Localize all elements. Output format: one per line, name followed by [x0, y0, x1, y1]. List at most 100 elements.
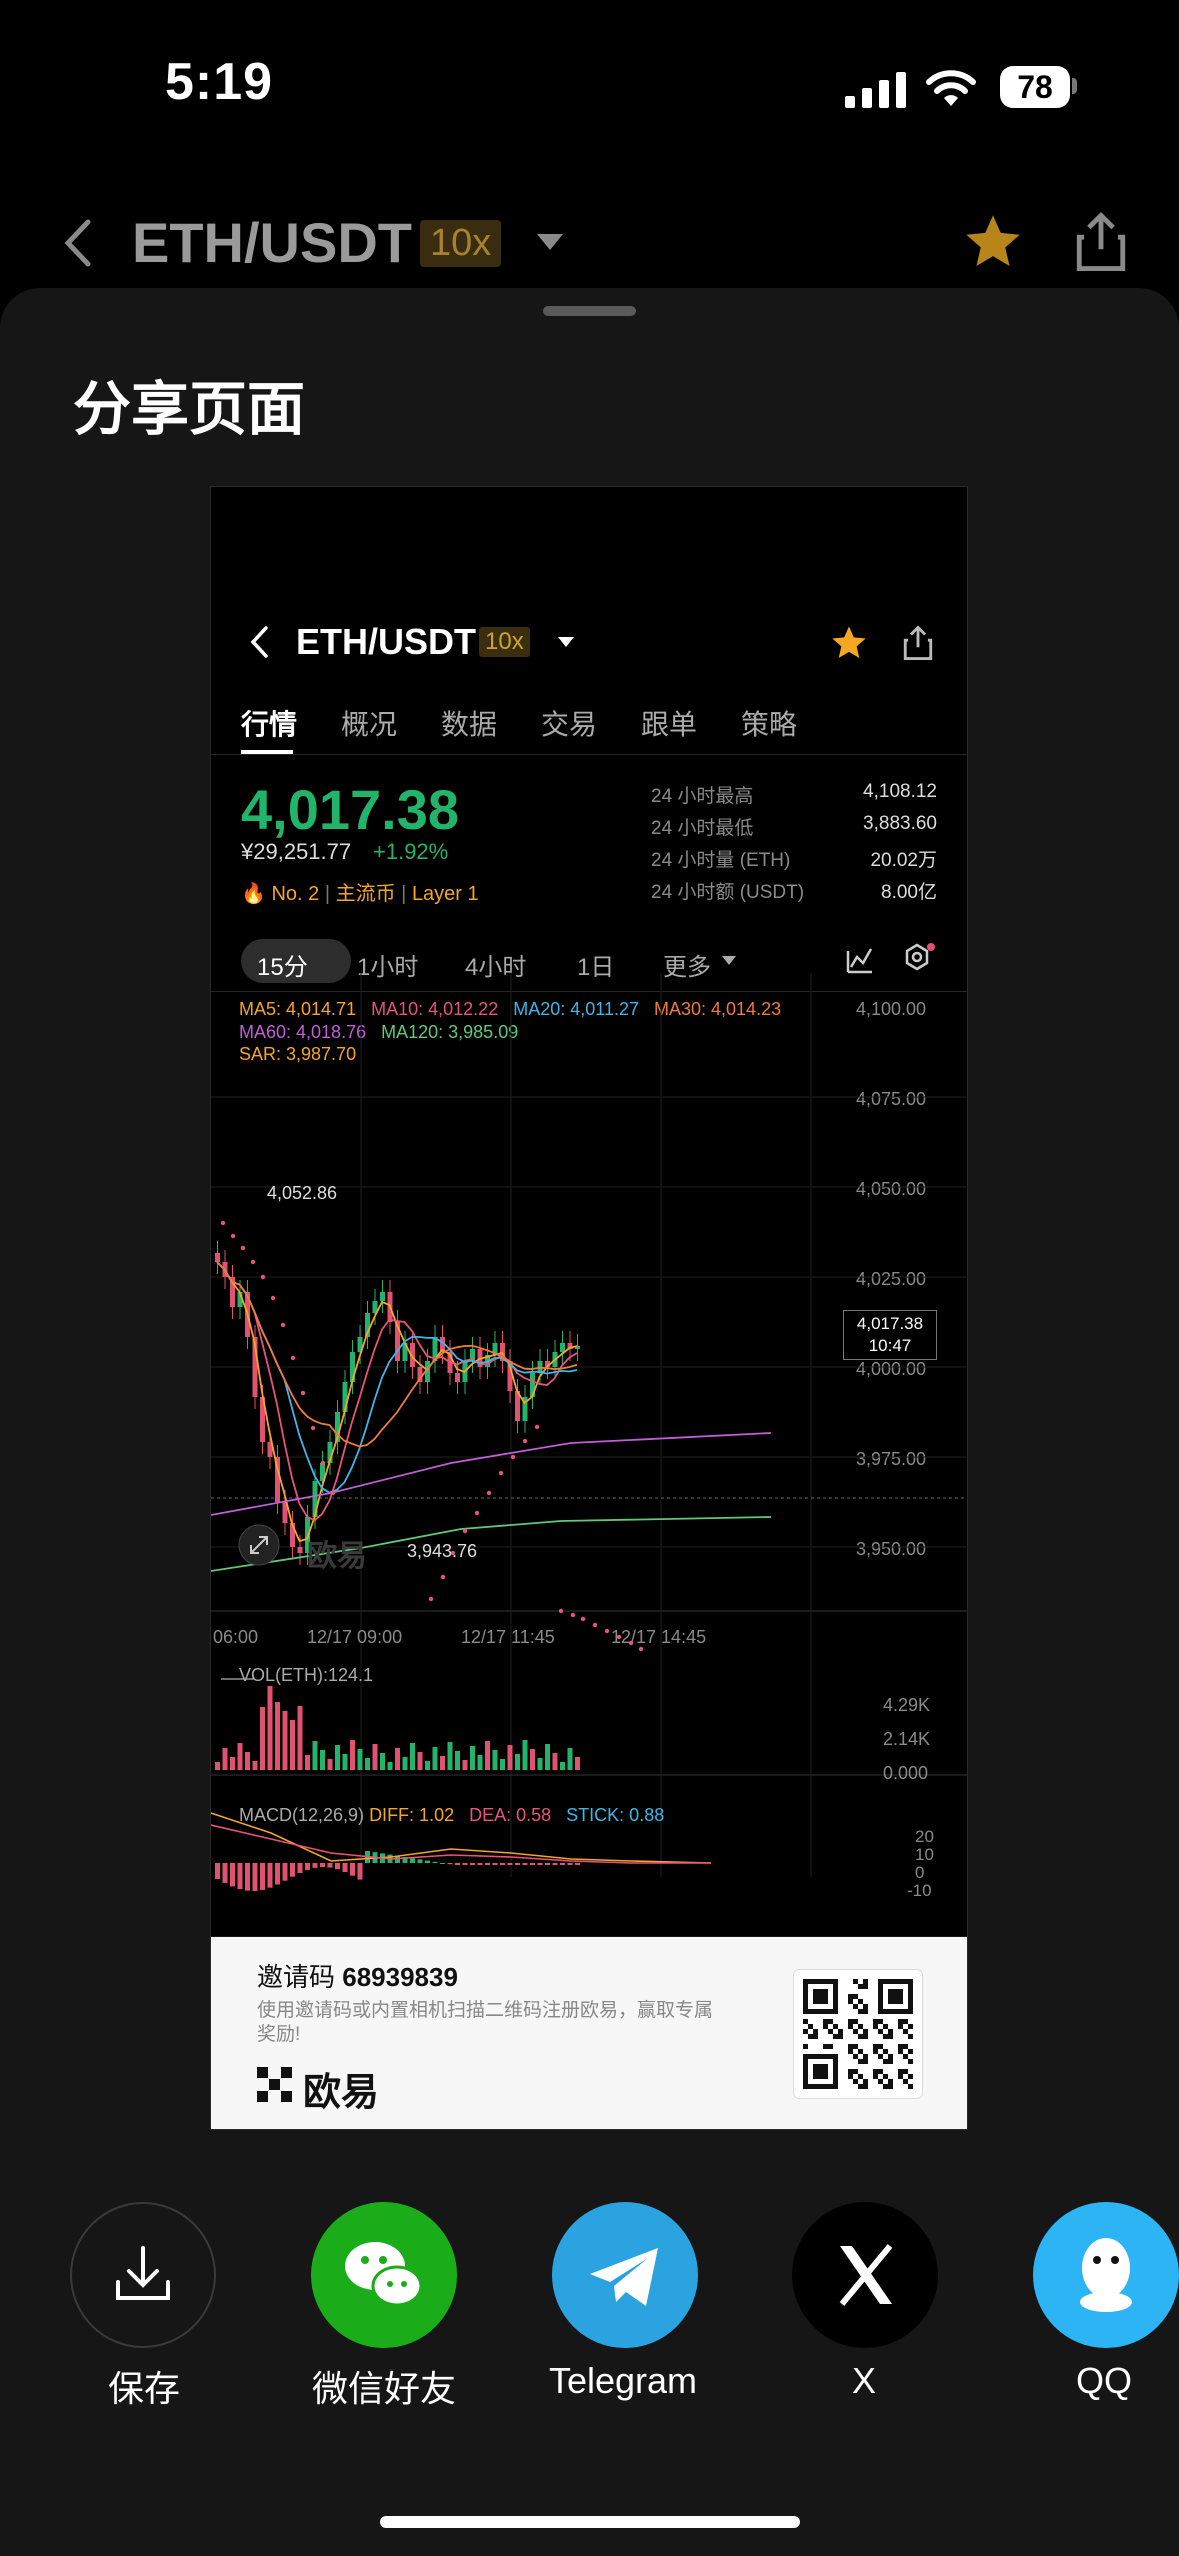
macd-axis-label: 0: [915, 1863, 925, 1882]
header-pair-title[interactable]: ETH/USDT: [132, 210, 412, 275]
card-share-icon: [903, 625, 933, 660]
macd-bar: [357, 1863, 363, 1880]
qr-module: [848, 2019, 853, 2024]
qr-module: [883, 2074, 888, 2079]
battery-tip: [1072, 78, 1077, 94]
macd-bar: [485, 1863, 490, 1865]
sar-dot: [310, 1425, 316, 1431]
macd-bar: [327, 1863, 333, 1868]
qr-module: [878, 2044, 883, 2049]
volume-bar: [402, 1757, 408, 1770]
sar-dot: [558, 1608, 564, 1614]
stat-turnover-value: 8.00亿: [881, 882, 937, 903]
qq-icon: [1080, 2238, 1132, 2312]
qr-module: [888, 2034, 893, 2039]
qr-code-icon: [803, 1979, 913, 2089]
dropdown-caret-icon[interactable]: [535, 232, 565, 252]
volume-bar: [297, 1706, 303, 1770]
okx-logo-icon: [257, 2067, 292, 2102]
volume-bar: [305, 1755, 310, 1770]
sheet-grabber[interactable]: [543, 306, 636, 316]
sar-dot: [498, 1470, 504, 1476]
sar-dot: [240, 1245, 246, 1251]
qr-module: [873, 2019, 878, 2024]
volume-bar: [432, 1747, 438, 1770]
volume-bar: [335, 1745, 340, 1770]
card-pair-title: ETH/USDT: [296, 621, 476, 662]
candle-body: [215, 1253, 220, 1262]
volume-bar: [230, 1757, 235, 1770]
more-caret-icon: [722, 956, 736, 965]
sar-dot: [604, 1628, 610, 1634]
candle-body: [455, 1373, 460, 1382]
qq-share-button[interactable]: [1033, 2202, 1179, 2348]
qr-module: [808, 2024, 813, 2029]
stat-high-label: 24 小时最高: [651, 786, 754, 807]
indicator-chart-icon: [846, 948, 873, 974]
favorite-star-icon[interactable]: [960, 210, 1026, 274]
macd-bar: [545, 1863, 550, 1865]
qr-module: [838, 2034, 843, 2039]
qr-module: [898, 2069, 903, 2074]
qr-module: [813, 2029, 818, 2034]
tab-data: 数据: [441, 709, 498, 740]
save-button[interactable]: [70, 2202, 216, 2348]
back-chevron-icon[interactable]: [62, 218, 92, 268]
qr-module: [848, 1999, 853, 2004]
qr-module: [898, 2074, 903, 2079]
qr-module: [853, 2019, 858, 2024]
macd-bar: [425, 1860, 430, 1863]
macd-bar: [237, 1863, 243, 1890]
macd-dea-line: [211, 1824, 711, 1864]
volume-bar: [462, 1760, 468, 1770]
wechat-label: 微信好友: [311, 2368, 456, 2409]
x-share-button[interactable]: [792, 2202, 938, 2348]
x-axis-label: 06:00: [213, 1627, 259, 1647]
qr-module: [883, 2059, 888, 2064]
tab-overview: 概况: [341, 709, 398, 740]
macd-bar: [575, 1863, 580, 1865]
macd-bar: [530, 1863, 535, 1865]
invite-qr-code: [793, 1969, 923, 2099]
tab-market: 行情: [241, 709, 298, 740]
sar-dot: [320, 1460, 326, 1466]
volume-bar: [507, 1745, 513, 1770]
qr-module: [803, 2029, 808, 2034]
qr-module: [858, 2084, 863, 2089]
qr-module: [828, 2029, 833, 2034]
wechat-share-button[interactable]: [311, 2202, 457, 2348]
sar-dot: [462, 1528, 468, 1534]
qr-module: [803, 2044, 808, 2049]
volume-bar: [545, 1744, 550, 1770]
stat-turnover-label: 24 小时额 (USDT): [651, 882, 805, 903]
coin-tags: 🔥 No. 2 | 主流币 | Layer 1: [241, 883, 479, 905]
card-back-icon: [250, 626, 268, 658]
rank-tag: No. 2: [271, 883, 320, 905]
macd-bar: [440, 1863, 445, 1864]
qr-module: [888, 2029, 893, 2034]
volume-bar: [410, 1743, 415, 1770]
macd-bar: [507, 1863, 513, 1865]
sar-dot: [230, 1233, 236, 1239]
volume-bar: [515, 1754, 520, 1770]
macd-bar: [320, 1863, 325, 1868]
qr-module: [828, 2044, 833, 2049]
qr-module: [853, 2044, 858, 2049]
qr-module: [908, 2074, 913, 2079]
macd-bar: [245, 1863, 250, 1891]
qr-module: [853, 2029, 858, 2034]
volume-bar: [387, 1762, 393, 1770]
sar-dot: [522, 1438, 528, 1444]
qr-module: [878, 2054, 883, 2059]
volume-axis-label: 2.14K: [883, 1729, 931, 1749]
stat-volume-value: 20.02万: [870, 850, 937, 871]
telegram-share-button[interactable]: [552, 2202, 698, 2348]
volume-bar: [440, 1756, 445, 1770]
macd-bar: [567, 1863, 573, 1865]
macd-bar: [282, 1863, 288, 1881]
qr-module: [848, 2069, 853, 2074]
home-indicator[interactable]: [380, 2516, 800, 2528]
share-icon[interactable]: [1072, 210, 1130, 274]
macd-bar: [312, 1863, 318, 1868]
qr-module: [848, 2049, 853, 2054]
